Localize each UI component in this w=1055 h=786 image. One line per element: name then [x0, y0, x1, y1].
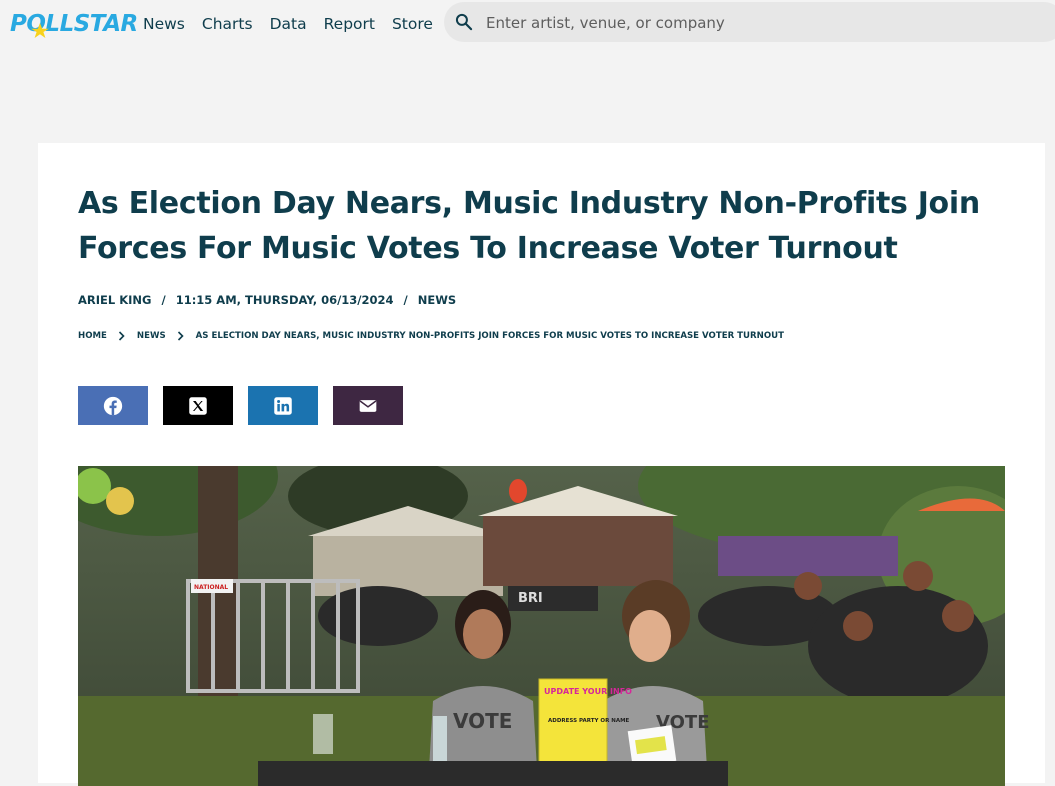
- article-card: As Election Day Nears, Music Industry No…: [38, 143, 1045, 786]
- chevron-right-icon: [118, 331, 125, 341]
- nav-charts[interactable]: Charts: [202, 15, 253, 33]
- facebook-share-button[interactable]: [78, 386, 148, 425]
- author-link[interactable]: ARIEL KING: [78, 293, 151, 307]
- search-bar: [444, 2, 1055, 44]
- nav-news[interactable]: News: [143, 15, 185, 33]
- x-share-button[interactable]: [163, 386, 233, 425]
- shirt-text-1: VOTE: [453, 709, 512, 733]
- pollstar-logo[interactable]: POLLSTAR: [10, 10, 138, 38]
- sign-body-text: ADDRESS PARTY OR NAME: [548, 718, 630, 724]
- email-share-button[interactable]: [333, 386, 403, 425]
- barrier-sign-text: NATIONAL: [194, 584, 228, 591]
- breadcrumb-current: AS ELECTION DAY NEARS, MUSIC INDUSTRY NO…: [195, 331, 784, 341]
- main-nav: News Charts Data Report Store: [143, 15, 450, 33]
- chevron-right-icon: [177, 331, 184, 341]
- mail-icon: [359, 399, 377, 412]
- nav-report[interactable]: Report: [324, 15, 375, 33]
- breadcrumb-news[interactable]: NEWS: [137, 331, 166, 341]
- article-title: As Election Day Nears, Music Industry No…: [78, 186, 980, 266]
- breadcrumb: HOME NEWS AS ELECTION DAY NEARS, MUSIC I…: [78, 331, 784, 341]
- x-icon: [189, 396, 207, 415]
- search-input[interactable]: [484, 2, 1048, 44]
- article-meta: ARIEL KING / 11:15 AM, THURSDAY, 06/13/2…: [78, 293, 456, 307]
- nav-store[interactable]: Store: [392, 15, 433, 33]
- nav-data[interactable]: Data: [270, 15, 307, 33]
- publish-timestamp: 11:15 AM, THURSDAY, 06/13/2024: [175, 293, 394, 307]
- search-icon[interactable]: [454, 12, 474, 32]
- top-navigation-bar: POLLSTAR News Charts Data Report Store: [0, 0, 1055, 48]
- meta-separator: /: [161, 293, 166, 307]
- logo-text: POLLSTAR: [10, 11, 138, 37]
- sign-title-text: UPDATE YOUR INFO: [544, 687, 632, 696]
- hero-photo: BRI NATIONAL VOTE VOTE UPDATE YOUR INFO …: [78, 466, 1005, 786]
- tent-sign-text: BRI: [518, 591, 543, 606]
- meta-separator: /: [403, 293, 408, 307]
- facebook-icon: [103, 396, 123, 415]
- linkedin-share-button[interactable]: [248, 386, 318, 425]
- linkedin-icon: [274, 396, 292, 415]
- category-link[interactable]: NEWS: [418, 293, 456, 307]
- share-buttons: [78, 386, 418, 425]
- hero-image: BRI NATIONAL VOTE VOTE UPDATE YOUR INFO …: [78, 466, 1005, 786]
- breadcrumb-home[interactable]: HOME: [78, 331, 107, 341]
